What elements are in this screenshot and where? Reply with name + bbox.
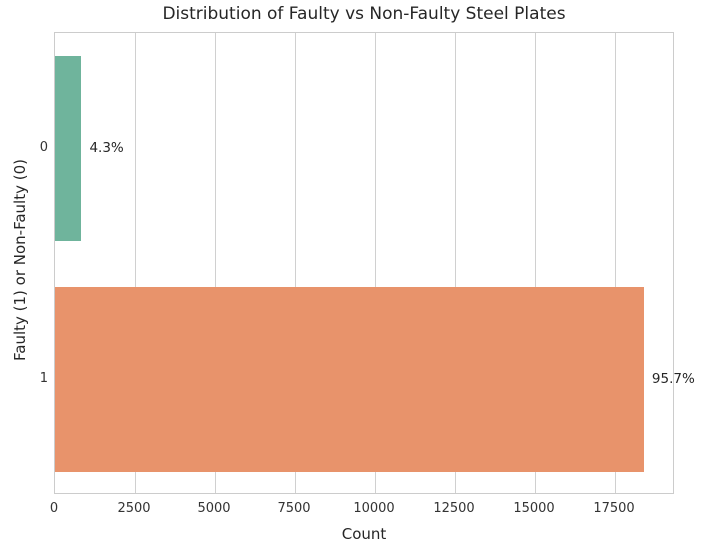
- x-tick-label: 2500: [117, 501, 151, 516]
- x-tick-label: 15000: [513, 501, 555, 516]
- y-tick-label: 0: [39, 139, 48, 155]
- x-tick-label: 10000: [353, 501, 395, 516]
- x-tick-label: 12500: [433, 501, 475, 516]
- bar-0: [55, 56, 82, 241]
- bar-label-0: 4.3%: [89, 139, 124, 156]
- bar-label-1: 95.7%: [651, 370, 695, 387]
- x-tick-label: 7500: [277, 501, 311, 516]
- bar-1: [55, 287, 644, 472]
- x-axis-label: Count: [341, 525, 387, 543]
- x-tick-label: 17500: [593, 501, 635, 516]
- y-tick-label: 1: [39, 370, 48, 386]
- x-tick-label: 5000: [197, 501, 231, 516]
- x-tick-label: 0: [49, 501, 59, 516]
- y-axis-label: Faulty (1) or Non-Faulty (0): [11, 159, 29, 361]
- plot-area: [54, 32, 674, 494]
- chart-title: Distribution of Faulty vs Non-Faulty Ste…: [162, 4, 566, 24]
- chart-figure: Distribution of Faulty vs Non-Faulty Ste…: [0, 0, 709, 557]
